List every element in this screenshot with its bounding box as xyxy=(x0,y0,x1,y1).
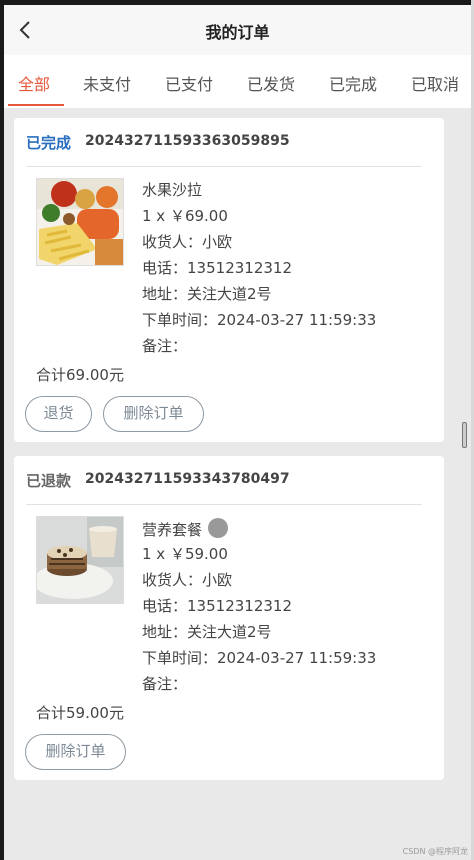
phone-value: 13512312312 xyxy=(187,597,292,615)
note-row: 备注： xyxy=(142,337,188,355)
address-row: 地址：关注大道2号 xyxy=(142,623,272,641)
circle-icon xyxy=(208,518,229,538)
divider xyxy=(26,504,422,505)
tab-cancelled[interactable]: 已取消 xyxy=(411,71,459,95)
address-value: 关注大道2号 xyxy=(187,285,272,303)
header-bar: 我的订单 xyxy=(4,5,471,55)
resize-handle[interactable] xyxy=(462,422,467,448)
order-time-value: 2024-03-27 11:59:33 xyxy=(217,649,377,667)
order-tabs: 全部 未支付 已支付 已发货 已完成 已取消 xyxy=(4,55,471,108)
watermark: CSDN @程序阿龙 xyxy=(402,847,468,856)
tab-unpaid[interactable]: 未支付 xyxy=(83,71,131,95)
window-left-edge xyxy=(0,0,4,860)
delete-order-button[interactable]: 删除订单 xyxy=(25,734,126,770)
active-tab-indicator xyxy=(8,104,64,106)
page-title: 我的订单 xyxy=(205,23,270,42)
pancake-image[interactable] xyxy=(36,516,124,604)
receiver-value: 小欧 xyxy=(202,233,233,251)
order-card: 已完成 20243271159336305989​5 水果沙拉 1 x ￥69.… xyxy=(14,118,444,442)
product-name: 营养套餐 xyxy=(142,521,203,539)
phone-row: 电话：13512312312 xyxy=(142,259,292,277)
order-card: 已退款 20243271159334378049​7 营养套餐 1 x ￥59.… xyxy=(14,456,444,780)
order-time-row: 下单时间：2024-03-27 11:59:33 xyxy=(142,649,377,667)
receiver-row: 收货人：小欧 xyxy=(142,233,233,251)
receiver-value: 小欧 xyxy=(202,571,233,589)
tab-paid[interactable]: 已支付 xyxy=(165,71,213,95)
order-status: 已完成 xyxy=(26,134,72,152)
quantity-price: 1 x ￥69.00 xyxy=(142,207,228,225)
delete-order-button[interactable]: 删除订单 xyxy=(103,396,204,432)
tab-all[interactable]: 全部 xyxy=(18,71,50,95)
order-time-row: 下单时间：2024-03-27 11:59:33 xyxy=(142,311,377,329)
order-time-value: 2024-03-27 11:59:33 xyxy=(217,311,377,329)
order-number: 20243271159334378049​7 xyxy=(85,471,290,487)
product-name-row: 营养套餐 xyxy=(142,518,376,544)
product-name: 水果沙拉 xyxy=(142,181,203,199)
phone-value: 13512312312 xyxy=(187,259,292,277)
order-total: 合计59.00元 xyxy=(36,704,124,722)
order-info: 营养套餐 1 x ￥59.00 收货人：小欧 电话：13512312312 地址… xyxy=(142,518,376,700)
note-row: 备注： xyxy=(142,675,188,693)
order-number: 20243271159336305989​5 xyxy=(85,133,290,149)
return-button[interactable]: 退货 xyxy=(25,396,92,432)
address-value: 关注大道2号 xyxy=(187,623,272,641)
order-status: 已退款 xyxy=(26,472,72,490)
receiver-row: 收货人：小欧 xyxy=(142,571,233,589)
tab-shipped[interactable]: 已发货 xyxy=(247,71,295,95)
order-info: 水果沙拉 1 x ￥69.00 收货人：小欧 电话：13512312312 地址… xyxy=(142,180,376,362)
quantity-price: 1 x ￥59.00 xyxy=(142,545,228,563)
phone-row: 电话：13512312312 xyxy=(142,597,292,615)
divider xyxy=(26,166,422,167)
tab-completed[interactable]: 已完成 xyxy=(329,71,377,95)
salad-image[interactable] xyxy=(36,178,124,266)
order-total: 合计69.00元 xyxy=(36,366,124,384)
address-row: 地址：关注大道2号 xyxy=(142,285,272,303)
